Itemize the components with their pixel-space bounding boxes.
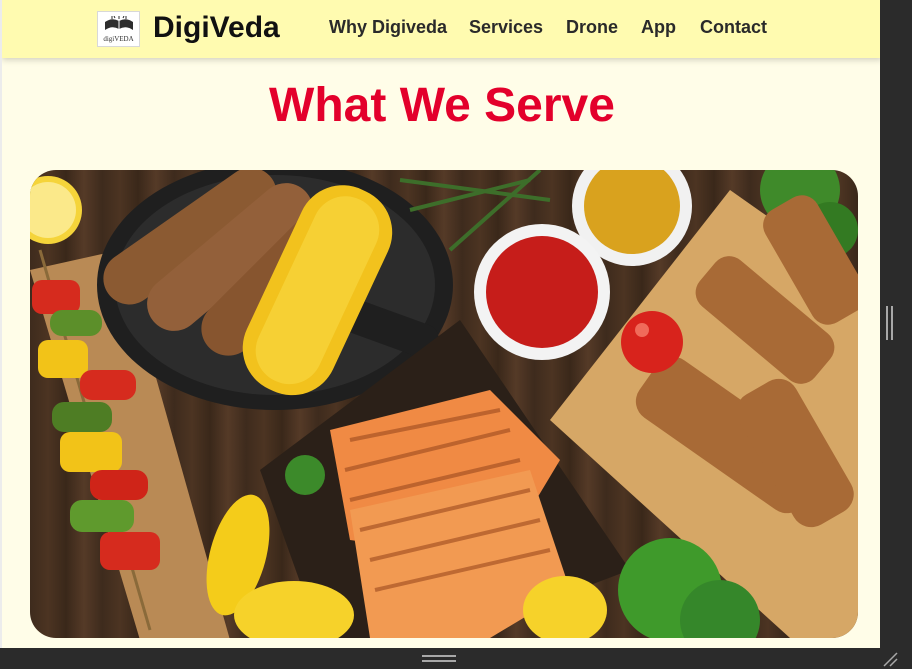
hero-food-image: [30, 170, 858, 638]
horizontal-drag-handle[interactable]: [422, 655, 456, 663]
section-heading: What We Serve: [269, 79, 615, 132]
food-photo-icon: [30, 170, 858, 638]
nav-link-drone[interactable]: Drone: [566, 17, 618, 38]
bottom-scrollbar[interactable]: [0, 648, 912, 669]
brand-logo[interactable]: digiVEDA: [97, 11, 140, 47]
right-scrollbar[interactable]: [880, 0, 912, 648]
book-logo-icon: [105, 16, 133, 30]
logo-caption: digiVEDA: [103, 35, 134, 43]
resize-grip-icon[interactable]: [880, 651, 898, 667]
navbar: digiVEDA DigiVeda Why Digiveda Services …: [2, 0, 880, 58]
nav-link-why-digiveda[interactable]: Why Digiveda: [329, 17, 447, 38]
vertical-drag-handle[interactable]: [886, 306, 894, 340]
nav-link-contact[interactable]: Contact: [700, 17, 767, 38]
brand-name[interactable]: DigiVeda: [153, 11, 280, 45]
nav-link-services[interactable]: Services: [469, 17, 543, 38]
browser-viewport: digiVEDA DigiVeda Why Digiveda Services …: [0, 0, 880, 648]
nav-link-app[interactable]: App: [641, 17, 676, 38]
